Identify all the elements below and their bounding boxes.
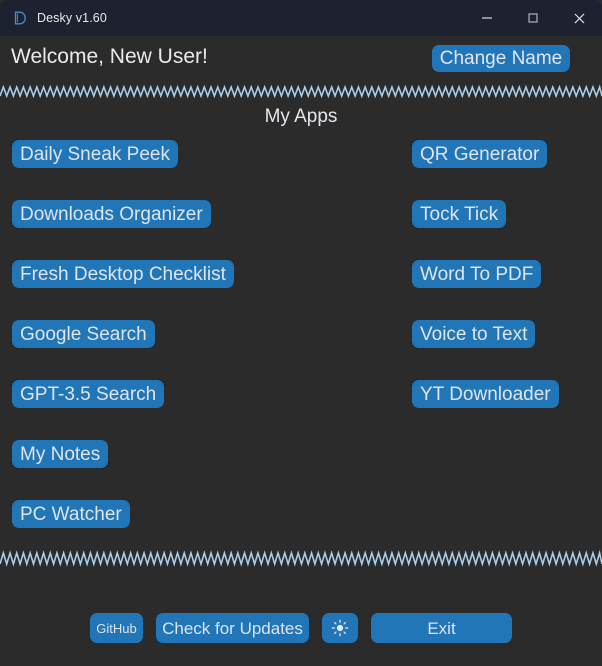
app-button-voice-to-text[interactable]: Voice to Text [412,320,536,348]
minimize-button[interactable] [464,0,510,36]
apps-grid: Daily Sneak Peek Downloads Organizer Fre… [0,140,602,540]
close-button[interactable] [556,0,602,36]
app-d-logo-icon [12,10,28,26]
app-title: Desky v1.60 [37,11,107,25]
exit-button[interactable]: Exit [371,613,512,643]
welcome-message: Welcome, New User! [11,45,208,68]
github-button[interactable]: GitHub [90,613,143,643]
separator-zigzag-top [0,84,602,98]
bottom-toolbar: GitHub Check for Updates Exit [0,604,602,652]
theme-toggle-button[interactable] [322,613,358,643]
app-button-pc-watcher[interactable]: PC Watcher [12,500,130,528]
title-bar: Desky v1.60 [0,0,602,36]
apps-column-right: QR Generator Tock Tick Word To PDF Voice… [412,140,559,440]
apps-column-left: Daily Sneak Peek Downloads Organizer Fre… [12,140,234,560]
apps-section-heading: My Apps [264,106,338,127]
sun-brightness-icon [331,619,349,637]
app-button-qr-generator[interactable]: QR Generator [412,140,548,168]
maximize-icon [526,11,540,25]
app-button-downloads-organizer[interactable]: Downloads Organizer [12,200,211,228]
change-name-button[interactable]: Change Name [432,45,570,72]
app-button-gpt-35-search[interactable]: GPT-3.5 Search [12,380,165,408]
app-button-my-notes[interactable]: My Notes [12,440,109,468]
minimize-icon [480,11,494,25]
app-button-google-search[interactable]: Google Search [12,320,155,348]
close-icon [572,11,587,26]
app-button-word-to-pdf[interactable]: Word To PDF [412,260,542,288]
app-button-yt-downloader[interactable]: YT Downloader [412,380,559,408]
app-button-daily-sneak-peek[interactable]: Daily Sneak Peek [12,140,178,168]
separator-zigzag-bottom [0,549,602,567]
maximize-button[interactable] [510,0,556,36]
desky-app-window: Desky v1.60 Welcome, New User! Change Na… [0,0,602,666]
check-for-updates-button[interactable]: Check for Updates [156,613,309,643]
window-controls [464,0,602,36]
title-bar-left-group: Desky v1.60 [0,10,107,26]
app-button-fresh-desktop-checklist[interactable]: Fresh Desktop Checklist [12,260,234,288]
app-button-tock-tick[interactable]: Tock Tick [412,200,507,228]
